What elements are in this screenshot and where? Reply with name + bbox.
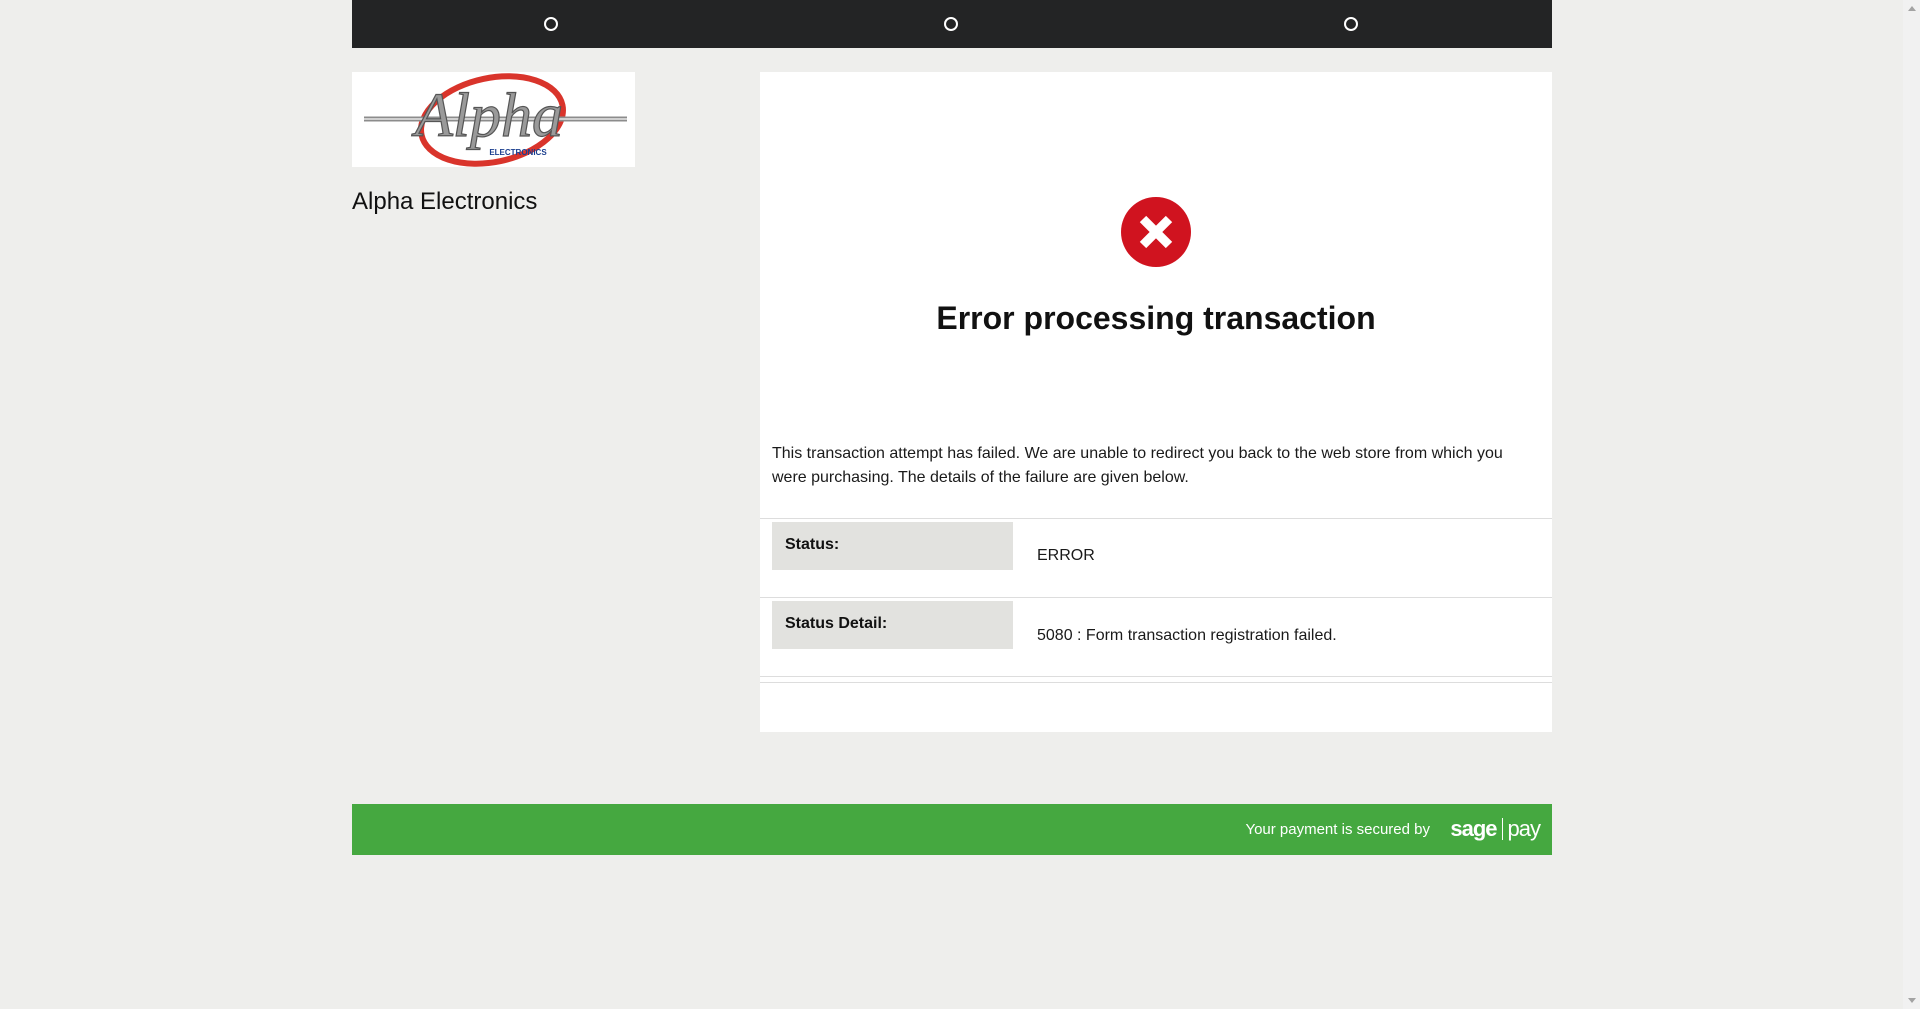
divider bbox=[760, 597, 1552, 598]
divider bbox=[760, 518, 1552, 519]
step-2-indicator bbox=[944, 17, 958, 31]
scroll-up-icon[interactable] bbox=[1908, 6, 1916, 11]
secure-payment-footer: Your payment is secured by sage pay bbox=[352, 804, 1552, 855]
status-value: ERROR bbox=[1037, 547, 1095, 564]
error-x-icon bbox=[1121, 197, 1191, 267]
merchant-logo: Alpha ELECTRONICS bbox=[352, 72, 635, 167]
error-title: Error processing transaction bbox=[936, 300, 1376, 336]
sagepay-logo: sage pay bbox=[1450, 816, 1541, 842]
svg-text:Alpha: Alpha bbox=[411, 82, 563, 150]
alpha-electronics-logo: Alpha ELECTRONICS bbox=[364, 73, 627, 167]
progress-bar bbox=[352, 0, 1552, 48]
sagepay-brand-right: pay bbox=[1507, 816, 1541, 841]
divider bbox=[760, 682, 1552, 683]
scroll-down-icon[interactable] bbox=[1908, 998, 1916, 1003]
step-1-indicator bbox=[544, 17, 558, 31]
error-message: This transaction attempt has failed. We … bbox=[772, 445, 1503, 486]
brand-separator bbox=[1501, 818, 1503, 840]
secured-by-text: Your payment is secured by bbox=[1245, 821, 1430, 838]
payment-error-page: Alpha ELECTRONICS Alpha Electronics Erro… bbox=[0, 0, 1903, 1009]
vertical-scrollbar[interactable] bbox=[1903, 0, 1920, 1009]
status-detail-value: 5080 : Form transaction registration fai… bbox=[1037, 627, 1337, 644]
status-detail-label: Status Detail: bbox=[772, 601, 1013, 649]
sagepay-brand-left: sage bbox=[1450, 816, 1497, 841]
svg-text:ELECTRONICS: ELECTRONICS bbox=[489, 148, 547, 157]
divider bbox=[760, 676, 1552, 677]
error-card: Error processing transaction This transa… bbox=[760, 72, 1552, 732]
step-3-indicator bbox=[1344, 17, 1358, 31]
status-label: Status: bbox=[772, 522, 1013, 570]
merchant-name: Alpha Electronics bbox=[352, 188, 538, 215]
